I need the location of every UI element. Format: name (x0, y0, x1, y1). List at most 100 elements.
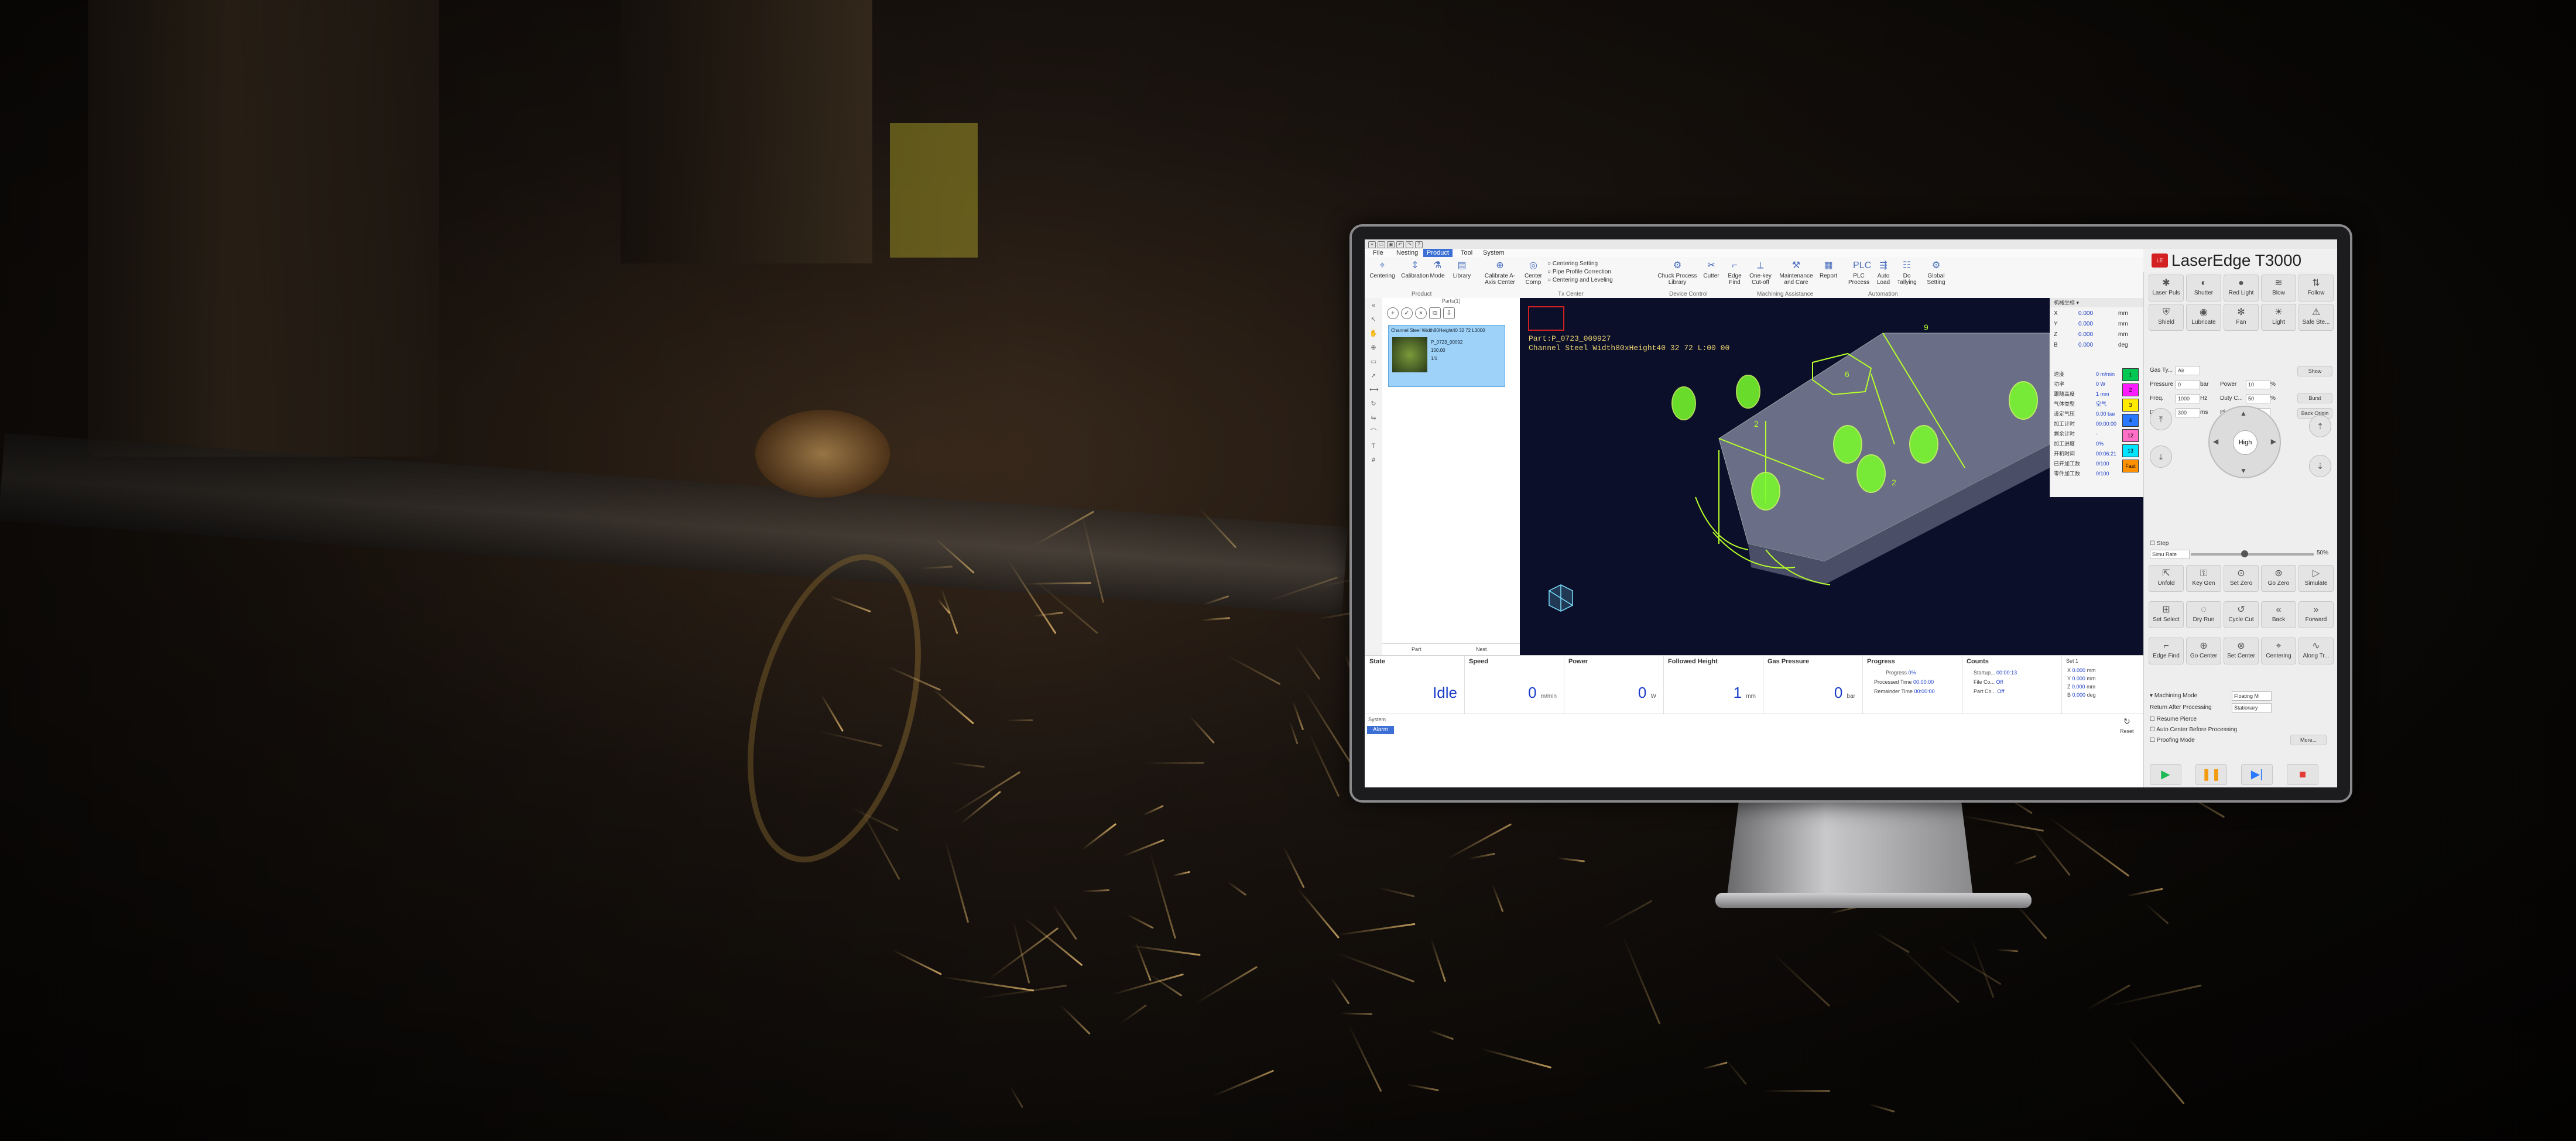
action-button[interactable]: ⇱ Unfold (2149, 565, 2184, 592)
action-button[interactable]: ⊞ Set Select (2149, 601, 2184, 628)
pointer-icon[interactable]: ➚ (1369, 372, 1378, 380)
step-checkbox[interactable]: ☐ Step (2150, 540, 2169, 547)
field-input[interactable]: 50 (2246, 394, 2270, 403)
stop-button[interactable]: ■ (2287, 764, 2318, 785)
proofing-mode-checkbox[interactable]: ☐ Proofing Mode (2150, 737, 2195, 743)
step-forward-button[interactable]: ▶| (2241, 764, 2273, 785)
control-button[interactable]: ◉ Lubricate (2186, 304, 2221, 331)
help-icon[interactable]: ? (1415, 241, 1423, 248)
zoom-icon[interactable]: ⊕ (1369, 344, 1378, 352)
layer-swatch[interactable]: 3 (2122, 399, 2139, 412)
control-button[interactable]: ⇅ Follow (2298, 275, 2334, 301)
edge-find-button[interactable]: ⌐ Edge Find (1723, 261, 1746, 286)
pan-icon[interactable]: ✋ (1369, 330, 1378, 338)
action-button[interactable]: ⊙ Set Zero (2224, 565, 2259, 592)
menu-tab-tool[interactable]: Tool (1457, 249, 1476, 257)
centering-leveling-item[interactable]: ○ Centering and Leveling (1547, 277, 1613, 283)
grid-icon[interactable]: # (1369, 456, 1378, 464)
action-button[interactable]: » Forward (2298, 601, 2334, 628)
rotate-icon[interactable]: ↻ (1369, 400, 1378, 408)
one-key-cutoff-button[interactable]: ⟂ One-key Cut-off (1746, 261, 1775, 286)
control-button[interactable]: ⛨ Shield (2149, 304, 2184, 331)
import-icon[interactable]: ⇩ (1443, 307, 1455, 319)
action-button[interactable]: ⊗ Set Center (2224, 638, 2259, 664)
menu-tab-file[interactable]: File (1369, 249, 1387, 257)
menu-tab-nesting[interactable]: Nesting (1393, 249, 1421, 257)
action-button[interactable]: ⌐ Edge Find (2149, 638, 2184, 664)
slider-knob[interactable] (2241, 550, 2248, 557)
rotate-down-icon[interactable]: ⇣ (2309, 455, 2331, 477)
jog-speed-high[interactable]: High (2233, 430, 2258, 455)
menu-icon[interactable]: ≡ (1368, 241, 1376, 248)
layer-swatch[interactable]: 2 (2122, 383, 2139, 396)
add-part-icon[interactable]: + (1387, 307, 1399, 319)
cutter-button[interactable]: ✂ Cutter (1700, 261, 1723, 279)
more-button[interactable]: More... (2290, 735, 2327, 745)
global-setting-button[interactable]: ⚙ Global Setting (1922, 261, 1950, 286)
action-button[interactable]: ⊚ Go Zero (2261, 565, 2296, 592)
alarm-tab[interactable]: Alarm (1367, 726, 1394, 734)
chuck-process-library-button[interactable]: ⚙ Chuck Process Library (1655, 261, 1700, 286)
reset-button[interactable]: Reset (2120, 728, 2134, 734)
drawing-canvas[interactable]: Part:P_0723_009927 Channel Steel Width80… (1520, 298, 2143, 655)
field-input[interactable]: 0 (2176, 380, 2200, 389)
rotate-up-icon[interactable]: ⇡ (2309, 415, 2331, 437)
collapse-icon[interactable]: « (1369, 301, 1378, 310)
layer-swatch[interactable]: 4 (2122, 414, 2139, 427)
control-button[interactable]: ☀ Light (2261, 304, 2296, 331)
part-tab[interactable]: Part (1412, 646, 1421, 652)
check-icon[interactable]: ✓ (1401, 307, 1413, 319)
machining-mode-select[interactable]: Floating M (2232, 691, 2272, 701)
action-button[interactable]: ▷ Simulate (2298, 565, 2334, 592)
center-comp-button[interactable]: ◎ Center Comp (1522, 261, 1545, 286)
z-up-icon[interactable]: ⤒ (2150, 408, 2172, 430)
resume-pierce-checkbox[interactable]: ☐ Resume Pierce (2150, 716, 2197, 722)
show-button[interactable]: Show (2297, 366, 2332, 376)
nest-tab[interactable]: Nest (1476, 646, 1487, 652)
burst-button[interactable]: Burst (2297, 393, 2332, 403)
auto-center-checkbox[interactable]: ☐ Auto Center Before Processing (2150, 727, 2237, 733)
action-button[interactable]: ⊕ Go Center (2186, 638, 2221, 664)
control-button[interactable]: ⚠ Safe Ste... (2298, 304, 2334, 331)
jog-up-icon[interactable]: ▲ (2240, 409, 2247, 417)
rect-icon[interactable]: ▭ (1369, 358, 1378, 366)
jog-right-icon[interactable]: ▶ (2271, 437, 2276, 446)
control-button[interactable]: ✻ Fan (2224, 304, 2259, 331)
action-button[interactable]: ⚿ Key Gen (2186, 565, 2221, 592)
calibrate-a-axis-button[interactable]: ⊕ Calibrate A-Axis Center (1479, 261, 1520, 286)
redo-icon[interactable]: ↷ (1406, 241, 1413, 248)
lead-icon[interactable]: ⌒ (1369, 428, 1378, 436)
mirror-icon[interactable]: ⇋ (1369, 414, 1378, 422)
layer-swatch[interactable]: 12 (2122, 429, 2139, 442)
field-input[interactable]: 10 (2246, 380, 2270, 389)
action-button[interactable]: «Back (2261, 601, 2296, 628)
measure-icon[interactable]: ⟷ (1369, 386, 1379, 394)
field-input[interactable]: 300 (2176, 408, 2200, 417)
text-icon[interactable]: T (1369, 442, 1378, 450)
jog-down-icon[interactable]: ▼ (2240, 467, 2247, 475)
action-button[interactable]: ⌖ Centering (2261, 638, 2296, 664)
action-button[interactable]: ↺ Cycle Cut (2224, 601, 2259, 628)
save-icon[interactable]: ▣ (1387, 241, 1395, 248)
copy-icon[interactable]: ⧉ (1429, 307, 1441, 319)
centering-button[interactable]: ⌖ Centering (1366, 261, 1399, 279)
field-input[interactable]: 1000 (2176, 394, 2200, 403)
simu-rate-slider[interactable] (2191, 550, 2314, 557)
action-button[interactable]: ∿ Along Tr... (2298, 638, 2334, 664)
action-button[interactable]: ◌ Dry Run (2186, 601, 2221, 628)
view-cube-icon[interactable] (1549, 584, 1573, 612)
part-card[interactable]: Channel Steel Width80Height40 32 72 L300… (1388, 325, 1505, 387)
report-button[interactable]: ▦ Report (1817, 261, 1840, 279)
undo-icon[interactable]: ↶ (1396, 241, 1404, 248)
jog-dpad[interactable]: ▲ ▼ ◀ ▶ High (2208, 406, 2281, 478)
open-icon[interactable]: ▭ (1378, 241, 1385, 248)
menu-tab-product[interactable]: Product (1423, 249, 1453, 257)
control-button[interactable]: ● Red Light (2224, 275, 2259, 301)
do-tallying-button[interactable]: ☷ Do Tallying (1895, 261, 1919, 286)
pipe-profile-correction-item[interactable]: ○ Pipe Profile Correction (1547, 269, 1611, 275)
plc-process-button[interactable]: PLC PLC Process (1845, 261, 1873, 286)
centering-setting-item[interactable]: ○ Centering Setting (1547, 261, 1598, 267)
maintenance-button[interactable]: ⚒ Maintenance and Care (1776, 261, 1817, 286)
layer-swatch[interactable]: 1 (2122, 368, 2139, 381)
pause-button[interactable]: ❚❚ (2195, 764, 2227, 785)
